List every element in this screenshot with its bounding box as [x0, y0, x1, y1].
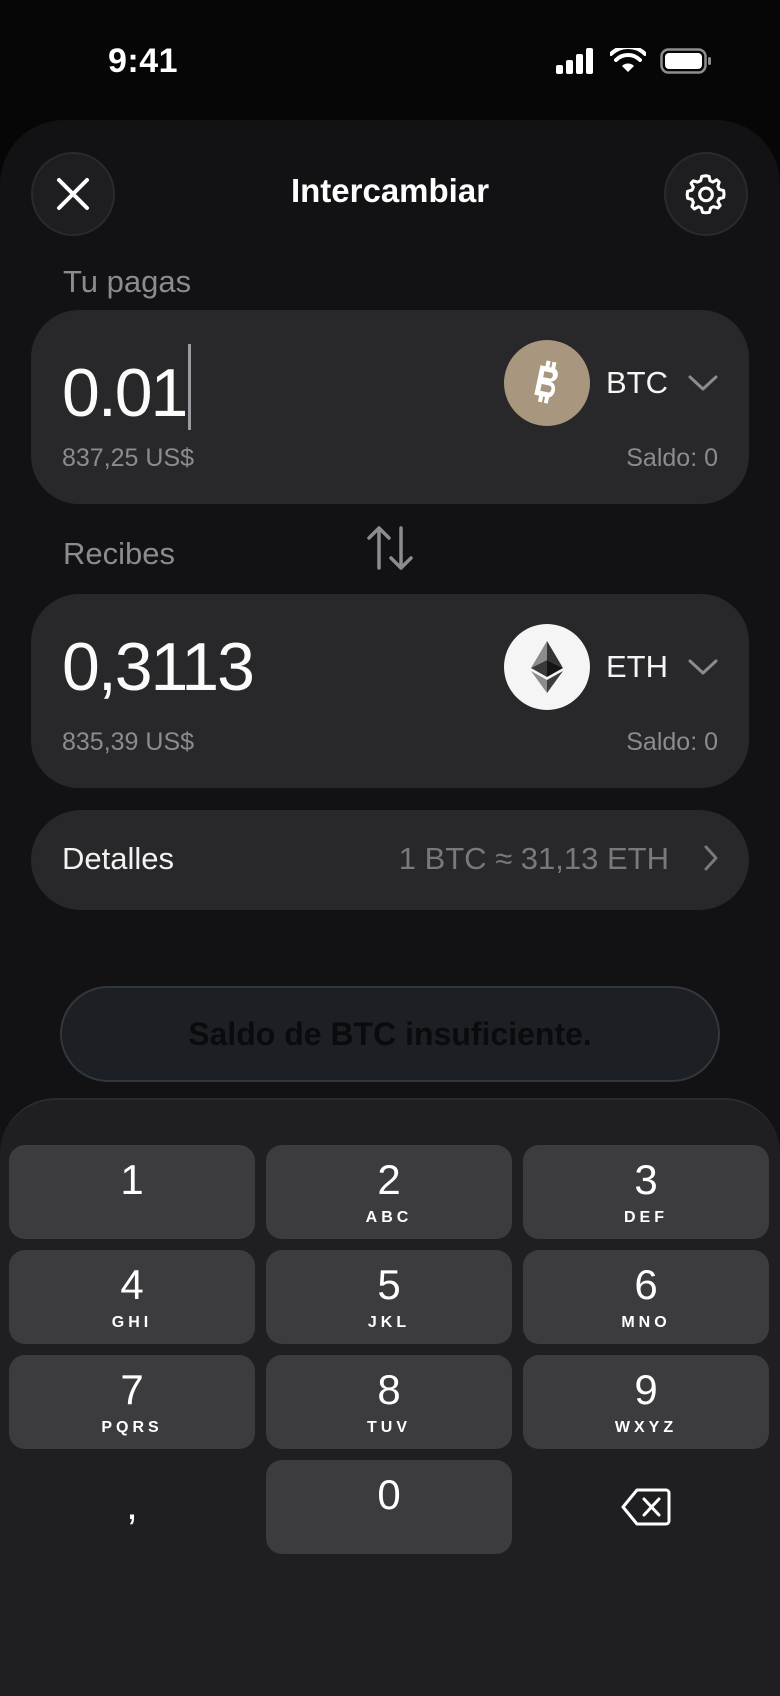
text-caret: [188, 344, 192, 430]
status-icons: [556, 48, 712, 74]
key-digit: 4: [120, 1261, 144, 1308]
settings-button[interactable]: [664, 152, 748, 236]
swap-arrows-icon: [367, 526, 413, 570]
key-9[interactable]: 9 WXYZ: [523, 1355, 769, 1449]
key-digit: ,: [126, 1481, 138, 1528]
key-3[interactable]: 3 DEF: [523, 1145, 769, 1239]
key-letters: ABC: [365, 1209, 413, 1226]
pay-token-selector[interactable]: BTC: [504, 340, 718, 426]
key-letters: JKL: [367, 1314, 411, 1331]
key-letters: PQRS: [101, 1419, 163, 1436]
chevron-down-icon: [688, 375, 718, 391]
key-digit: 7: [120, 1366, 144, 1413]
wifi-icon: [610, 48, 646, 72]
key-digit: 1: [120, 1156, 144, 1203]
key-6[interactable]: 6 MNO: [523, 1250, 769, 1344]
key-digit: 3: [634, 1156, 658, 1203]
pay-label: Tu pagas: [63, 264, 192, 299]
receive-card: 0,3113 ETH 835,39 US$ Saldo: 0: [31, 594, 749, 788]
key-digit: 2: [377, 1156, 401, 1203]
key-7[interactable]: 7 PQRS: [9, 1355, 255, 1449]
key-comma[interactable]: ,: [9, 1460, 255, 1554]
insufficient-balance-button[interactable]: Saldo de BTC insuficiente.: [60, 986, 720, 1082]
key-0[interactable]: 0: [266, 1460, 512, 1554]
key-letters: MNO: [621, 1314, 671, 1331]
receive-fiat-value: 835,39 US$: [62, 728, 195, 756]
details-row[interactable]: Detalles 1 BTC ≈ 31,13 ETH: [31, 810, 749, 910]
gear-icon: [685, 174, 726, 215]
backspace-icon: [621, 1488, 671, 1526]
receive-token-label: ETH: [606, 649, 668, 684]
status-time: 9:41: [108, 42, 179, 80]
key-letters: DEF: [624, 1209, 668, 1226]
receive-token-selector[interactable]: ETH: [504, 624, 718, 710]
details-label: Detalles: [62, 841, 174, 876]
page-title: Intercambiar: [290, 172, 490, 209]
receive-label: Recibes: [63, 536, 175, 571]
key-4[interactable]: 4 GHI: [9, 1250, 255, 1344]
cellular-signal-icon: [556, 48, 593, 74]
key-digit: 8: [377, 1366, 401, 1413]
bitcoin-icon: [504, 340, 590, 426]
status-bar: 9:41: [0, 0, 780, 120]
battery-icon: [660, 48, 711, 74]
key-8[interactable]: 8 TUV: [266, 1355, 512, 1449]
exchange-rate: 1 BTC ≈ 31,13 ETH: [398, 841, 669, 876]
pay-fiat-value: 837,25 US$: [62, 444, 195, 472]
key-letters: TUV: [367, 1419, 411, 1436]
key-delete[interactable]: [523, 1460, 769, 1554]
pay-amount-value: 0.01: [62, 355, 188, 431]
key-5[interactable]: 5 JKL: [266, 1250, 512, 1344]
pay-token-label: BTC: [606, 365, 668, 400]
receive-amount: 0,3113: [62, 629, 255, 705]
key-2[interactable]: 2 ABC: [266, 1145, 512, 1239]
swap-direction-button[interactable]: [365, 524, 415, 577]
pay-card: 0.01 BTC 837,25 US$ Saldo: 0: [31, 310, 749, 504]
key-digit: 6: [634, 1261, 658, 1308]
pay-amount-input[interactable]: 0.01: [62, 344, 192, 432]
key-letters: GHI: [111, 1314, 153, 1331]
receive-balance: Saldo: 0: [626, 728, 718, 756]
chevron-right-icon: [704, 845, 718, 871]
key-digit: 9: [634, 1366, 658, 1413]
key-letters: WXYZ: [614, 1419, 678, 1436]
key-1[interactable]: 1: [9, 1145, 255, 1239]
chevron-down-icon: [688, 659, 718, 675]
ethereum-icon: [504, 624, 590, 710]
key-digit: 0: [377, 1471, 401, 1518]
pay-balance: Saldo: 0: [626, 444, 718, 472]
key-digit: 5: [377, 1261, 401, 1308]
